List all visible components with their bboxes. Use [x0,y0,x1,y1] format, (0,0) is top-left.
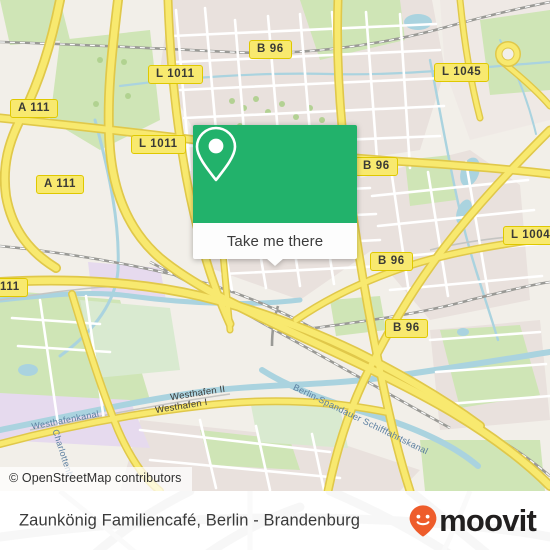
road-shield: A 111 [10,99,58,118]
road-shield: 111 [0,278,28,297]
map-canvas[interactable]: B 96 L 1011 L 1045 A 111 L 1011 B 96 A 1… [0,0,550,491]
road-shield: B 96 [370,252,413,271]
moovit-map-screen: B 96 L 1011 L 1045 A 111 L 1011 B 96 A 1… [0,0,550,550]
moovit-wordmark: moovit [439,503,537,538]
map-pin-icon [195,126,237,182]
take-me-there-label: Take me there [226,232,324,250]
road-shield: A 111 [36,175,84,194]
moovit-pin-icon [409,504,437,537]
footer-bar: Zaunkönig Familiencafé, Berlin - Branden… [0,491,550,550]
road-shield: L 1004 [503,226,550,245]
road-shield: B 96 [249,40,292,59]
osm-attribution[interactable]: © OpenStreetMap contributors [0,467,192,491]
location-title: Zaunkönig Familiencafé, Berlin - Branden… [19,511,360,529]
popup-header [193,125,357,223]
road-shield: B 96 [385,319,428,338]
popup-footer[interactable]: Take me there [193,223,357,266]
road-shield: L 1011 [131,135,186,154]
moovit-logo[interactable]: moovit [408,503,537,538]
road-shield: B 96 [355,157,398,176]
road-shield: L 1011 [148,65,203,84]
road-shield: L 1045 [434,63,490,82]
location-popup[interactable]: Take me there [193,125,357,266]
popup-pointer [266,258,284,266]
